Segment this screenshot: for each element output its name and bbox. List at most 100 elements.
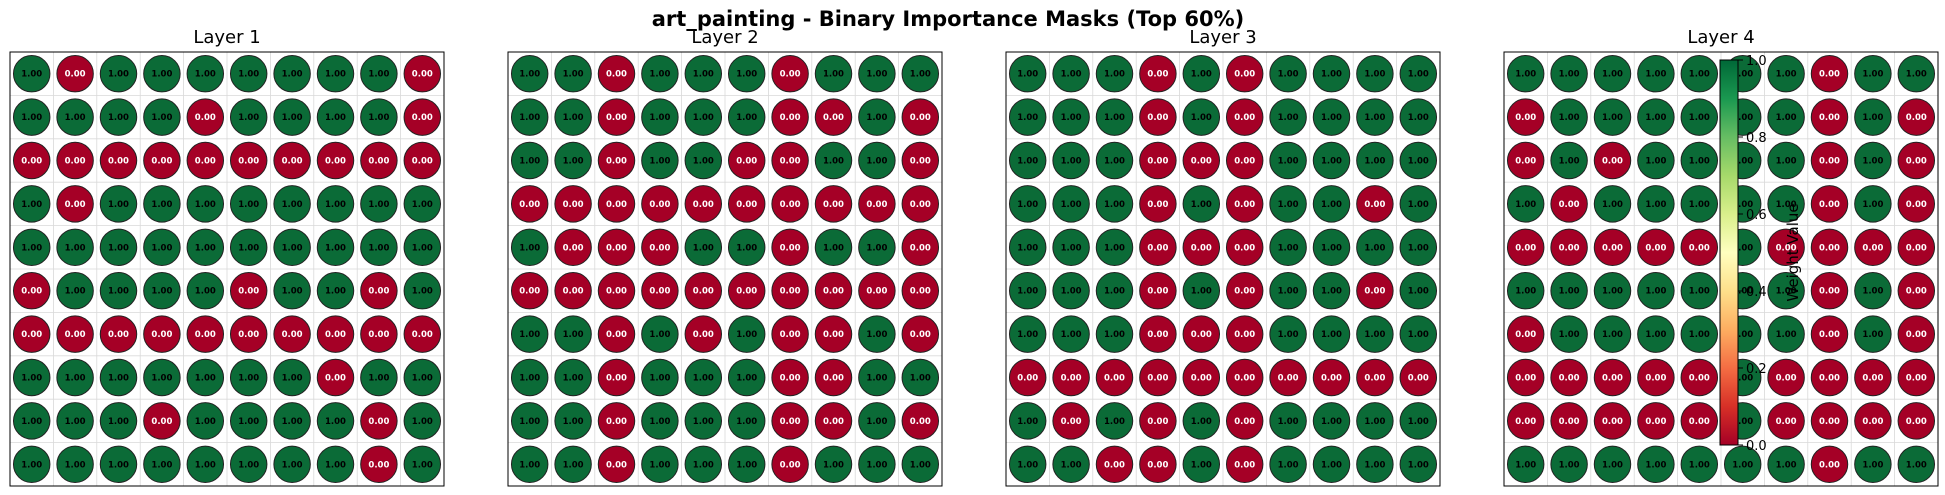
mask-cell-label: 1.00	[325, 460, 346, 470]
mask-cell: 1.00	[554, 315, 592, 353]
mask-cell-label: 1.00	[282, 374, 303, 384]
mask-cell: 0.00	[1897, 402, 1936, 440]
mask-cell-label: 1.00	[282, 460, 303, 470]
mask-cell-label: 1.00	[21, 200, 42, 210]
mask-cell: 1.00	[1008, 315, 1047, 353]
mask-cell-label: 1.00	[1321, 287, 1342, 297]
mask-cell-label: 0.00	[195, 330, 216, 340]
mask-cell: 1.00	[1399, 141, 1438, 180]
mask-cell: 0.00	[901, 402, 940, 440]
mask-cell-label: 1.00	[519, 374, 540, 384]
mask-cell: 1.00	[1095, 98, 1134, 136]
colorbar-label: Weight Value	[1784, 203, 1802, 301]
mask-cell-label: 0.00	[1819, 460, 1840, 470]
mask-cell: 1.00	[554, 54, 592, 93]
mask-cell-label: 0.00	[1862, 243, 1883, 253]
mask-cell: 0.00	[1550, 228, 1588, 267]
mask-cell-label: 1.00	[1862, 330, 1883, 340]
colorbar-tick-label: 1.0	[1746, 54, 1767, 69]
mask-cell: 1.00	[1008, 271, 1047, 310]
mask-cell: 0.00	[1593, 141, 1632, 180]
mask-cell-label: 0.00	[1234, 330, 1255, 340]
mask-cell-label: 1.00	[368, 243, 389, 253]
mask-cell: 0.00	[1637, 228, 1675, 267]
mask-cell: 1.00	[99, 54, 138, 93]
mask-cell-label: 1.00	[1602, 70, 1623, 80]
mask-cell-label: 0.00	[1819, 113, 1840, 123]
mask-cell: 1.00	[1593, 445, 1632, 484]
mask-cell-label: 0.00	[1147, 113, 1168, 123]
mask-cell: 1.00	[229, 54, 268, 93]
mask-cell: 1.00	[510, 54, 549, 93]
mask-cell: 1.00	[814, 141, 853, 180]
mask-cell-label: 1.00	[649, 157, 670, 167]
mask-cell-label: 0.00	[1645, 374, 1666, 384]
mask-cell: 1.00	[858, 141, 896, 180]
mask-cell-label: 1.00	[1862, 460, 1883, 470]
mask-cell-label: 1.00	[1017, 200, 1038, 210]
mask-cell: 1.00	[229, 358, 268, 397]
mask-cell-label: 0.00	[910, 330, 931, 340]
mask-cell-label: 0.00	[1819, 243, 1840, 253]
mask-cell-label: 0.00	[1689, 417, 1710, 427]
layer-title: Layer 3	[1189, 27, 1256, 48]
mask-cell-label: 1.00	[1104, 330, 1125, 340]
mask-cell: 1.00	[1506, 271, 1545, 310]
mask-cell: 0.00	[1897, 315, 1936, 353]
mask-cell: 1.00	[1550, 315, 1588, 353]
mask-cell-label: 1.00	[823, 70, 844, 80]
mask-cell: 1.00	[1399, 402, 1438, 440]
mask-cell-label: 1.00	[108, 417, 129, 427]
mask-cell-label: 1.00	[151, 243, 172, 253]
mask-cell: 0.00	[360, 315, 398, 353]
mask-cell-label: 1.00	[325, 200, 346, 210]
mask-cell: 1.00	[727, 315, 766, 353]
mask-cell-label: 0.00	[1515, 113, 1536, 123]
mask-cell: 0.00	[1897, 358, 1936, 397]
mask-cell: 0.00	[1767, 402, 1805, 440]
mask-cell: 0.00	[1810, 358, 1849, 397]
mask-cell: 1.00	[56, 358, 94, 397]
mask-cell-label: 1.00	[519, 330, 540, 340]
mask-cell-label: 1.00	[1278, 287, 1299, 297]
mask-cell: 1.00	[641, 141, 679, 180]
mask-cell: 1.00	[1312, 315, 1351, 353]
mask-cell-label: 1.00	[325, 417, 346, 427]
mask-cell: 0.00	[1637, 358, 1675, 397]
mask-cell-label: 1.00	[1278, 200, 1299, 210]
mask-cell-label: 1.00	[1776, 460, 1797, 470]
mask-cell-label: 1.00	[1017, 330, 1038, 340]
mask-cell-label: 0.00	[1645, 417, 1666, 427]
mask-cell: 0.00	[229, 141, 268, 180]
mask-cell: 0.00	[1854, 402, 1892, 440]
mask-cell-label: 1.00	[195, 287, 216, 297]
mask-cell-label: 1.00	[736, 374, 757, 384]
mask-cell: 1.00	[403, 271, 442, 310]
mask-cell: 1.00	[1356, 54, 1394, 93]
mask-cell: 1.00	[1008, 54, 1047, 93]
mask-cell: 0.00	[597, 185, 636, 223]
mask-cell: 0.00	[360, 141, 398, 180]
mask-cell: 1.00	[1637, 271, 1675, 310]
mask-cell-label: 1.00	[412, 243, 433, 253]
mask-cell: 0.00	[1810, 402, 1849, 440]
mask-cell: 1.00	[316, 402, 355, 440]
mask-cell-label: 1.00	[1602, 330, 1623, 340]
mask-cell: 1.00	[186, 185, 225, 223]
mask-cell: 0.00	[229, 315, 268, 353]
mask-cell-label: 0.00	[1776, 417, 1797, 427]
mask-cell-label: 0.00	[606, 113, 627, 123]
mask-cell-label: 1.00	[649, 113, 670, 123]
mask-cell: 1.00	[1356, 141, 1394, 180]
mask-cell-label: 1.00	[1559, 70, 1580, 80]
mask-cell-label: 1.00	[282, 243, 303, 253]
mask-cell-label: 1.00	[1104, 417, 1125, 427]
layer-panel-3: Layer 3 1.00 1.00 1.00 0.00 1.00 0.00 1.00 1.00 1…	[1005, 27, 1441, 487]
mask-cell: 1.00	[1095, 185, 1134, 223]
mask-cell-label: 1.00	[1645, 200, 1666, 210]
mask-cell-label: 0.00	[1278, 374, 1299, 384]
mask-cell-label: 0.00	[1602, 243, 1623, 253]
mask-cell: 1.00	[1182, 54, 1221, 93]
mask-cell: 0.00	[316, 141, 355, 180]
mask-cell: 0.00	[1139, 98, 1177, 136]
